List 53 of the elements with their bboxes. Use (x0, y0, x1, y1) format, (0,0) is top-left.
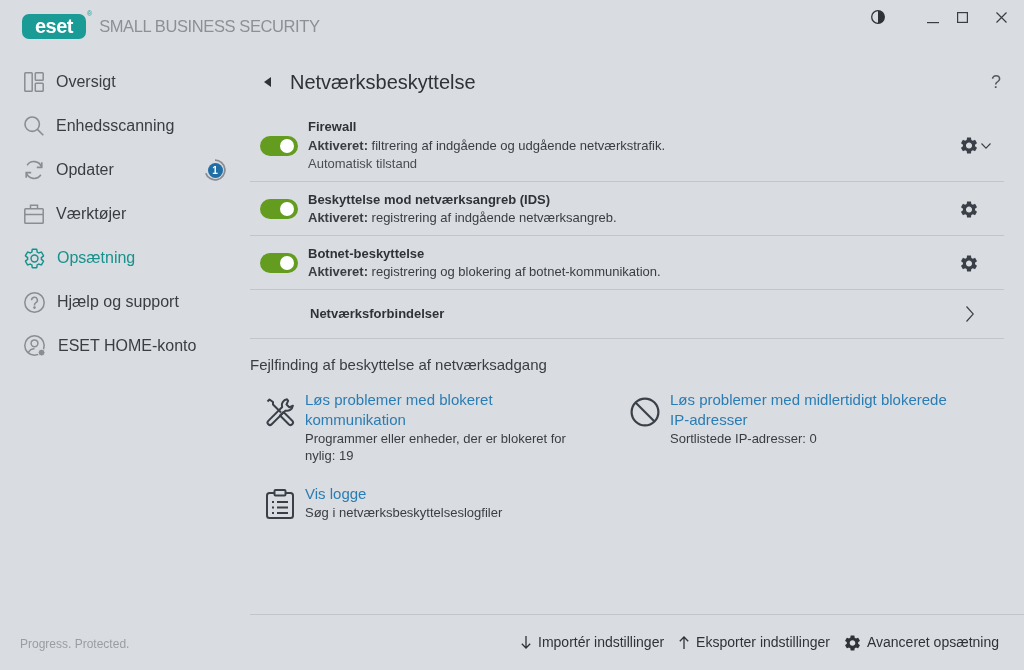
setting-title: Botnet-beskyttelse (308, 244, 425, 263)
briefcase-icon (24, 204, 44, 224)
sidebar-item[interactable]: Hjælp og support (0, 280, 250, 324)
sidebar-item[interactable]: Enhedsscanning (0, 104, 250, 148)
arrow-up-icon (679, 636, 690, 649)
help-button[interactable]: ? (991, 73, 1001, 91)
close-icon[interactable] (996, 11, 1007, 23)
setting-title: Firewall (308, 118, 357, 136)
refresh-icon (24, 160, 44, 180)
link-description: Programmer eller enheder, der er blokeret for nylig: 19 (305, 429, 567, 464)
toggle-switch[interactable] (260, 135, 298, 156)
setting-note: Automatisk tilstand (308, 155, 418, 173)
navigation-row[interactable]: Netværksforbindelser (250, 289, 1004, 339)
clipboard-list-icon (265, 488, 295, 519)
chevron-right-icon[interactable] (966, 305, 974, 322)
layout-panels-icon (24, 72, 44, 92)
caret-left-icon[interactable] (264, 77, 271, 87)
link-description: Sortlistede IP-adresser: 0 (670, 429, 817, 447)
arrow-down-icon (521, 636, 532, 649)
chevron-down-icon[interactable] (981, 142, 991, 149)
user-circle-icon (24, 335, 46, 357)
toggle-switch[interactable] (260, 199, 298, 219)
prohibited-icon (630, 396, 660, 427)
link-description: Søg i netværksbeskyttelseslogfiler (305, 503, 503, 521)
setting-description: Aktiveret: filtrering af indgående og udgående netværkstrafik. (308, 136, 665, 155)
setting-description: Aktiveret: registrering af indgående netværksangreb. (308, 209, 617, 227)
toggle-switch[interactable] (260, 253, 298, 273)
page-title: Netværksbeskyttelse (290, 70, 476, 95)
setting-title: Beskyttelse mod netværksangreb (IDS) (308, 190, 551, 209)
sidebar-item[interactable]: Værktøjer (0, 192, 250, 236)
settings-icon (24, 247, 45, 269)
settings-icon (844, 634, 860, 651)
sidebar-item[interactable]: Opdater 1 (0, 148, 250, 192)
search-icon (24, 116, 44, 136)
help-circle-icon (24, 291, 45, 313)
count-badge: 1 (207, 162, 223, 178)
settings-icon[interactable] (961, 137, 977, 155)
sidebar-item[interactable]: ESET HOME-konto (0, 324, 250, 368)
logo: eset (22, 13, 86, 39)
footer-action[interactable]: Eksporter indstillinger (679, 632, 830, 653)
section-title: Fejlfinding af beskyttelse af netværksadgang (250, 354, 547, 375)
footer-action[interactable]: Avanceret opsætning (844, 632, 999, 653)
settings-icon[interactable] (961, 200, 977, 218)
footer-action[interactable]: Importér indstillinger (521, 632, 665, 653)
tagline: Progress. Protected. (19, 637, 131, 653)
maximize-icon[interactable] (957, 11, 968, 23)
settings-icon[interactable] (961, 254, 977, 272)
contrast-icon[interactable] (871, 10, 885, 24)
product-name: SMALL BUSINESS SECURITY (99, 17, 320, 35)
setting-description: Aktiveret: registrering og blokering af botnet-kommunikation. (308, 263, 661, 281)
sidebar-item[interactable]: Oversigt (0, 60, 250, 104)
minimize-icon[interactable] (927, 22, 939, 24)
wrench-screwdriver-icon (265, 396, 295, 427)
